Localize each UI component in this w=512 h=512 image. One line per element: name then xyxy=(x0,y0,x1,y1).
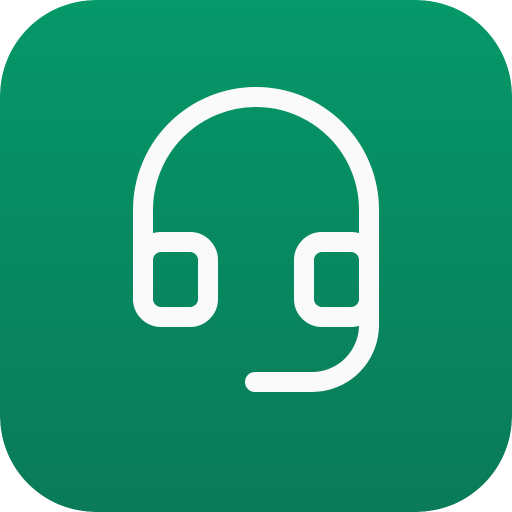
headset-icon xyxy=(0,0,512,512)
icon-background xyxy=(0,0,512,512)
app-icon[interactable] xyxy=(0,0,512,512)
